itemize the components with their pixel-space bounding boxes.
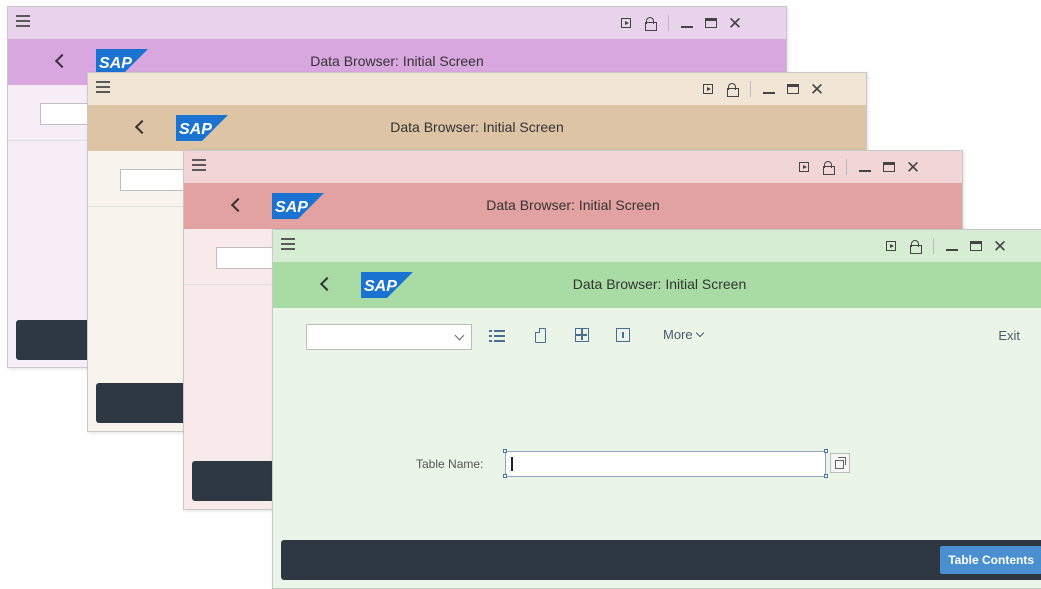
table-icon[interactable] (575, 328, 589, 342)
selection-handle (503, 474, 507, 478)
selection-handle (824, 449, 828, 453)
titlebar: ✕ (8, 7, 786, 39)
window-front: ✕ SAP Data Browser: Initial Screen More … (272, 229, 1041, 589)
variant-combobox[interactable] (306, 324, 472, 350)
exit-button[interactable]: Exit (998, 328, 1020, 343)
minimize-icon[interactable] (675, 13, 699, 33)
page-title: Data Browser: Initial Screen (390, 119, 564, 135)
more-button[interactable]: More (663, 327, 704, 342)
table-name-input[interactable] (505, 451, 826, 477)
maximize-icon[interactable] (964, 236, 988, 256)
selection-handle (824, 474, 828, 478)
chevron-down-icon (695, 328, 704, 338)
header: SAP Data Browser: Initial Screen (273, 262, 1041, 308)
lock-icon[interactable] (903, 236, 927, 256)
table-name-label: Table Name: (416, 457, 484, 471)
lock-icon[interactable] (720, 79, 744, 99)
play-icon[interactable] (614, 13, 638, 33)
menu-icon[interactable] (96, 81, 110, 93)
divider (668, 15, 669, 31)
lock-icon[interactable] (816, 157, 840, 177)
header: SAP Data Browser: Initial Screen (88, 105, 866, 151)
close-icon[interactable]: ✕ (988, 236, 1012, 256)
window-controls: ✕ (792, 157, 925, 177)
document-icon[interactable] (535, 328, 546, 343)
titlebar: ✕ (88, 73, 866, 105)
close-icon[interactable]: ✕ (805, 79, 829, 99)
divider (750, 81, 751, 97)
page-title: Data Browser: Initial Screen (486, 197, 660, 213)
selection-handle (503, 449, 507, 453)
divider (933, 238, 934, 254)
window-controls: ✕ (879, 236, 1012, 256)
toolbar: More Exit (273, 308, 1041, 366)
maximize-icon[interactable] (877, 157, 901, 177)
close-icon[interactable]: ✕ (723, 13, 747, 33)
play-icon[interactable] (879, 236, 903, 256)
table-contents-button[interactable]: Table Contents (940, 546, 1041, 574)
titlebar: ✕ (273, 230, 1041, 262)
maximize-icon[interactable] (699, 13, 723, 33)
menu-icon[interactable] (16, 15, 30, 27)
maximize-icon[interactable] (781, 79, 805, 99)
page-title: Data Browser: Initial Screen (572, 276, 747, 292)
footer-bar: Table Contents (281, 540, 1041, 580)
minimize-icon[interactable] (853, 157, 877, 177)
play-icon[interactable] (696, 79, 720, 99)
info-icon[interactable] (616, 328, 630, 342)
window-controls: ✕ (696, 79, 829, 99)
menu-icon[interactable] (281, 238, 295, 250)
close-icon[interactable]: ✕ (901, 157, 925, 177)
list-icon[interactable] (489, 328, 505, 344)
minimize-icon[interactable] (940, 236, 964, 256)
divider (846, 159, 847, 175)
titlebar: ✕ (184, 151, 962, 183)
lock-icon[interactable] (638, 13, 662, 33)
value-help-icon[interactable] (830, 453, 850, 473)
play-icon[interactable] (792, 157, 816, 177)
input-field[interactable] (120, 169, 190, 191)
more-label: More (663, 327, 693, 342)
window-controls: ✕ (614, 13, 747, 33)
header: SAP Data Browser: Initial Screen (184, 183, 962, 229)
chevron-down-icon (454, 330, 465, 341)
menu-icon[interactable] (192, 159, 206, 171)
page-title: Data Browser: Initial Screen (310, 53, 484, 69)
minimize-icon[interactable] (757, 79, 781, 99)
